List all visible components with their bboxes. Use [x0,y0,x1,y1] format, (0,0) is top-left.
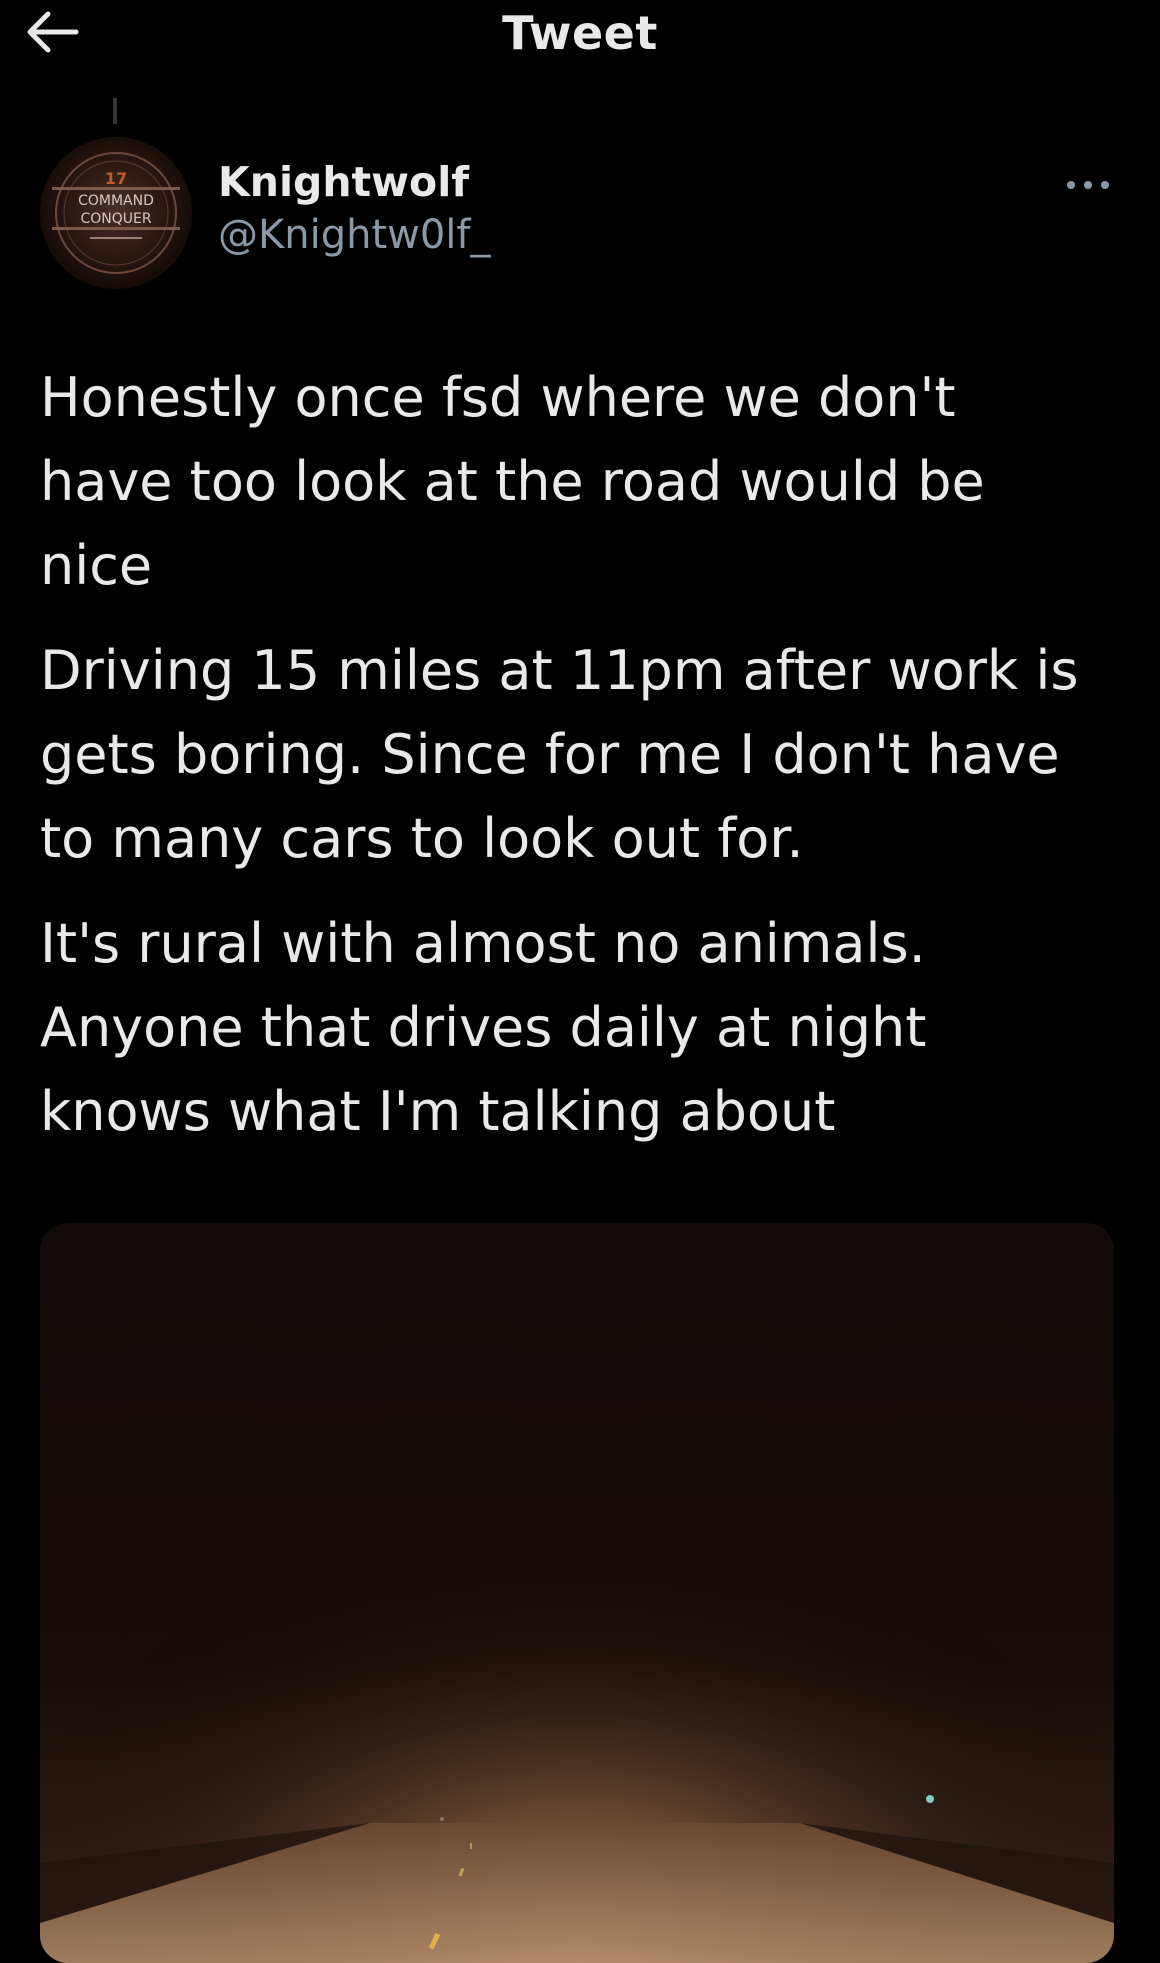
thread-connector-line [113,98,117,124]
more-options-button[interactable] [1060,170,1116,200]
avatar-line1: COMMAND [78,193,154,209]
tweet-paragraph: It's rural with almost no animals. Anyon… [40,912,927,1143]
more-horizontal-icon [1065,176,1111,195]
tweet-body: Honestly once fsd where we don't have to… [40,356,1120,1175]
tweet-paragraph: Honestly once fsd where we don't have to… [40,366,985,597]
night-road-photo [40,1223,1114,1963]
tweet-photo[interactable] [40,1223,1114,1963]
top-app-bar: Tweet [0,0,1160,100]
author-handle[interactable]: @Knightw0lf_ [218,212,490,258]
tweet-paragraph: Driving 15 miles at 11pm after work is g… [40,639,1079,870]
avatar-badge-number: 17 [105,169,127,188]
avatar[interactable]: 17 COMMAND CONQUER [40,137,192,289]
author-name[interactable]: Knightwolf [218,158,469,206]
page-title: Tweet [502,6,658,60]
avatar-line2: CONQUER [80,211,151,227]
